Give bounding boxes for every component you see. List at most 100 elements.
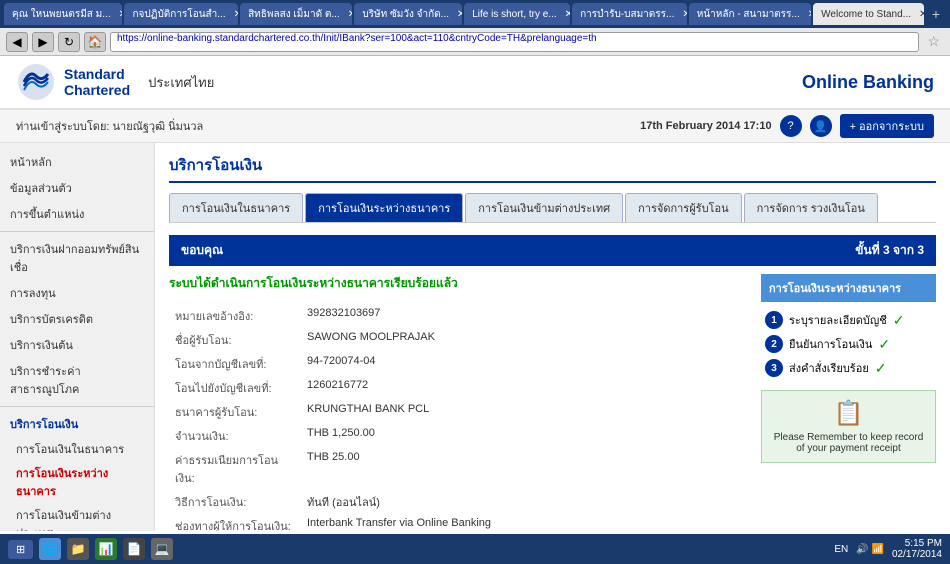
sidebar-item-loans[interactable]: บริการเงินต้น [0, 332, 154, 358]
step-num-2: 2 [765, 335, 783, 353]
sidebar-item-utilities[interactable]: บริการชำระค่าสาธารณูปโภค [0, 358, 154, 402]
sc-wing-icon [16, 62, 56, 102]
detail-value-5: THB 1,250.00 [303, 425, 747, 447]
sidebar-item-personal[interactable]: ข้อมูลส่วนตัว [0, 175, 154, 201]
sidebar-sub-overseas[interactable]: การโอนเงินข้ามต่างประเทศ [0, 503, 154, 531]
step-indicator: ขั้นที่ 3 จาก 3 [855, 241, 924, 260]
logo-standard: Standard [64, 66, 130, 82]
taskbar-icon-5[interactable]: 💻 [151, 538, 173, 560]
tab-label: คุณ ใหนพยนตรมีส ม... [12, 7, 111, 22]
detail-value-6: THB 25.00 [303, 449, 747, 489]
table-row: ช่องทางผู้ให้การโอนเงิน: Interbank Trans… [171, 515, 747, 531]
bookmark-button[interactable]: ☆ [923, 33, 944, 50]
reminder-box: 📋 Please Remember to keep record of your… [761, 390, 936, 463]
detail-value-4: KRUNGTHAI BANK PCL [303, 401, 747, 423]
transfer-details-table: หมายเลขอ้างอิง: 392832103697 ชื่อผู้รับโ… [169, 303, 749, 531]
tab-close-4[interactable]: ✕ [457, 9, 462, 20]
browser-tab-bar: คุณ ใหนพยนตรมีส ม... ✕ กจปฏิบัติการโอนสำ… [0, 0, 950, 28]
tab-intrabank[interactable]: การโอนเงินในธนาคาร [169, 193, 303, 222]
step-label-1: ระบุรายละเอียดบัญชี [789, 311, 887, 329]
detail-label-1: ชื่อผู้รับโอน: [171, 329, 301, 351]
sidebar-item-credit[interactable]: บริการบัตรเครดิต [0, 306, 154, 332]
tab-close-2[interactable]: ✕ [234, 9, 238, 20]
taskbar-icon-2[interactable]: 📁 [67, 538, 89, 560]
logo-chartered: Chartered [64, 82, 130, 98]
tab-close-1[interactable]: ✕ [119, 9, 123, 20]
tab-label: กจปฏิบัติการโอนสำ... [132, 7, 225, 22]
help-icon[interactable]: ? [780, 115, 802, 137]
browser-tab-4[interactable]: บริษัท ซัมวัง จำกัด... ✕ [354, 3, 462, 25]
logo-text: Standard Chartered [64, 66, 130, 98]
home-button[interactable]: 🏠 [84, 32, 106, 52]
detail-label-5: จำนวนเงิน: [171, 425, 301, 447]
user-icon[interactable]: 👤 [810, 115, 832, 137]
taskbar-icon-3[interactable]: 📊 [95, 538, 117, 560]
taskbar-left: ⊞ 🌐 📁 📊 📄 💻 [8, 538, 173, 560]
user-greeting: ท่านเข้าสู่ระบบโดย: นายณัฐวุฒิ นิ่มนวล [16, 117, 203, 135]
browser-tab-1[interactable]: คุณ ใหนพยนตรมีส ม... ✕ [4, 3, 122, 25]
sidebar-item-savings[interactable]: บริการเงินฝากออมทรัพย์สินเชื่อ [0, 236, 154, 280]
tab-interbank[interactable]: การโอนเงินระหว่างธนาคาร [305, 193, 463, 222]
detail-value-8: Interbank Transfer via Online Banking [303, 515, 747, 531]
detail-label-2: โอนจากบัญชีเลขที่: [171, 353, 301, 375]
tab-manage-beneficiary[interactable]: การจัดการผู้รับโอน [625, 193, 741, 222]
table-row: หมายเลขอ้างอิง: 392832103697 [171, 305, 747, 327]
tab-label: สิทธิพลสง เม็มาดั ต... [248, 7, 340, 22]
tab-close-8[interactable]: ✕ [919, 9, 924, 20]
new-tab-button[interactable]: + [926, 4, 946, 24]
back-button[interactable]: ◀ [6, 32, 28, 52]
sidebar-sub-intrabank[interactable]: การโอนเงินในธนาคาร [0, 437, 154, 461]
tab-label: หน้าหลัก - สนามาตรร... [697, 7, 800, 22]
page-title: บริการโอนเงิน [169, 153, 936, 183]
step-1: 1 ระบุรายละเอียดบัญชี ✓ [761, 308, 936, 332]
thankyou-label: ขอบคุณ [181, 241, 223, 260]
tab-close-5[interactable]: ✕ [565, 9, 570, 20]
right-panel-title: การโอนเงินระหว่างธนาคาร [761, 274, 936, 302]
reminder-icon: 📋 [770, 399, 927, 428]
forward-button[interactable]: ▶ [32, 32, 54, 52]
detail-value-3: 1260216772 [303, 377, 747, 399]
check-icon-3: ✓ [875, 360, 891, 376]
logout-button[interactable]: + ออกจากระบบ [840, 114, 934, 138]
taskbar-icon-1[interactable]: 🌐 [39, 538, 61, 560]
detail-label-8: ช่องทางผู้ให้การโอนเงิน: [171, 515, 301, 531]
sidebar-sub-interbank[interactable]: การโอนเงินระหว่างธนาคาร [0, 461, 154, 503]
date-display: 02/17/2014 [892, 549, 942, 560]
table-row: ค่าธรรมเนียมการโอนเงิน: THB 25.00 [171, 449, 747, 489]
browser-tab-7[interactable]: หน้าหลัก - สนามาตรร... ✕ [689, 3, 811, 25]
check-icon-1: ✓ [893, 312, 909, 328]
detail-label-4: ธนาคารผู้รับโอน: [171, 401, 301, 423]
tab-standing-order[interactable]: การจัดการ รวงเงินโอน [744, 193, 878, 222]
tab-label: บริษัท ซัมวัง จำกัด... [362, 7, 449, 22]
detail-value-1: SAWONG MOOLPRAJAK [303, 329, 747, 351]
thankyou-header: ขอบคุณ ขั้นที่ 3 จาก 3 [169, 235, 936, 266]
browser-tab-5[interactable]: Life is short, try e... ✕ [464, 3, 570, 25]
tab-overseas[interactable]: การโอนเงินข้ามต่างประเทศ [465, 193, 623, 222]
step-3: 3 ส่งคำสั่งเรียบร้อย ✓ [761, 356, 936, 380]
left-column: ระบบได้ดำเนินการโอนเงินระหว่างธนาคารเรีย… [169, 274, 749, 531]
system-clock: 5:15 PM 02/17/2014 [892, 538, 942, 560]
detail-label-0: หมายเลขอ้างอิง: [171, 305, 301, 327]
sidebar-item-home[interactable]: หน้าหลัก [0, 149, 154, 175]
step-num-1: 1 [765, 311, 783, 329]
browser-tab-3[interactable]: สิทธิพลสง เม็มาดั ต... ✕ [240, 3, 352, 25]
tab-close-3[interactable]: ✕ [348, 9, 353, 20]
tab-close-6[interactable]: ✕ [682, 9, 686, 20]
table-row: ธนาคารผู้รับโอน: KRUNGTHAI BANK PCL [171, 401, 747, 423]
taskbar-right: EN 🔊 📶 5:15 PM 02/17/2014 [834, 538, 942, 560]
start-button[interactable]: ⊞ [8, 540, 33, 559]
tab-close-7[interactable]: ✕ [808, 9, 811, 20]
sidebar-item-promotion[interactable]: การขึ้นตำแหน่ง [0, 201, 154, 227]
sidebar: หน้าหลัก ข้อมูลส่วนตัว การขึ้นตำแหน่ง บร… [0, 143, 155, 531]
browser-tab-8[interactable]: Welcome to Stand... ✕ [813, 3, 924, 25]
refresh-button[interactable]: ↻ [58, 32, 80, 52]
browser-tab-2[interactable]: กจปฏิบัติการโอนสำ... ✕ [124, 3, 238, 25]
taskbar-icon-4[interactable]: 📄 [123, 538, 145, 560]
user-bar: ท่านเข้าสู่ระบบโดย: นายณัฐวุฒิ นิ่มนวล 1… [0, 110, 950, 143]
address-bar[interactable]: https://online-banking.standardchartered… [110, 32, 919, 52]
browser-tab-6[interactable]: การบำรับ-บสมาตรร... ✕ [572, 3, 687, 25]
sidebar-item-invest[interactable]: การลงทุน [0, 280, 154, 306]
reminder-text: Please Remember to keep record of your p… [770, 432, 927, 454]
step-label-2: ยืนยันการโอนเงิน [789, 335, 872, 353]
table-row: จำนวนเงิน: THB 1,250.00 [171, 425, 747, 447]
